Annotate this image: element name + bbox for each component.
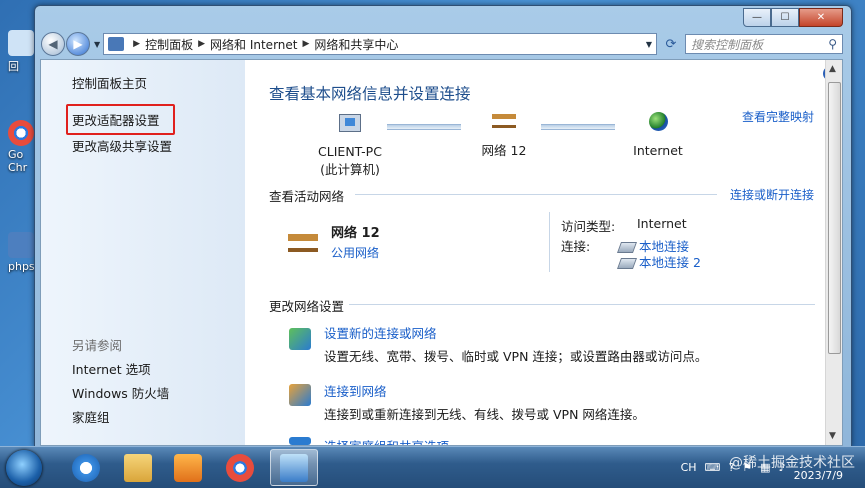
- start-button[interactable]: [6, 450, 42, 486]
- internet-name: Internet: [633, 143, 683, 158]
- address-dropdown-icon[interactable]: ▼: [642, 40, 656, 49]
- setup-connection-icon: [289, 328, 311, 350]
- connections-label: 连接:: [561, 239, 591, 254]
- map-network: 网络 12: [469, 114, 539, 159]
- refresh-button[interactable]: ⟳: [661, 34, 681, 54]
- globe-icon: [648, 112, 668, 131]
- scroll-thumb[interactable]: [828, 82, 841, 354]
- taskbar-chrome[interactable]: [216, 449, 264, 486]
- file-icon: [8, 232, 34, 258]
- network-type-link[interactable]: 公用网络: [331, 244, 379, 261]
- map-computer: CLIENT-PC (此计算机): [309, 114, 391, 178]
- client-area: 控制面板主页 更改适配器设置 更改高级共享设置 另请参阅 Internet 选项…: [40, 59, 843, 446]
- chrome-icon: [226, 453, 254, 482]
- desktop-icon-image: [8, 30, 34, 56]
- computer-sub: (此计算机): [320, 162, 380, 177]
- language-indicator[interactable]: CH: [681, 461, 697, 474]
- section-divider: [349, 304, 815, 305]
- access-type-label: 访问类型:: [561, 219, 616, 234]
- scroll-up-arrow[interactable]: ▲: [829, 64, 836, 74]
- vertical-divider: [549, 212, 550, 272]
- navigation-bar: ◀ ▶ ▼ ▶ 控制面板 ▶ 网络和 Internet ▶ 网络和共享中心 ▼ …: [41, 32, 843, 56]
- desktop-icon-label: phps: [8, 260, 35, 273]
- folder-icon: [124, 453, 152, 482]
- caption-buttons: — ☐ ✕: [743, 8, 843, 27]
- vertical-scrollbar[interactable]: ▲ ▼: [825, 60, 842, 445]
- taskbar-network-center[interactable]: [270, 449, 318, 486]
- back-button[interactable]: ◀: [41, 32, 65, 56]
- scroll-down-arrow[interactable]: ▼: [829, 431, 836, 441]
- chrome-icon: [8, 120, 34, 146]
- search-box[interactable]: 搜索控制面板 ⚲: [685, 34, 843, 54]
- recent-pages-dropdown[interactable]: ▼: [94, 40, 100, 49]
- local-connection-2-link[interactable]: 本地连接 2: [616, 252, 701, 271]
- keyboard-icon[interactable]: ⌨: [705, 461, 721, 474]
- desktop-icon-label: Go Chr: [8, 148, 28, 174]
- breadcrumb-network-internet[interactable]: 网络和 Internet: [210, 36, 297, 53]
- taskbar-media-player[interactable]: [164, 449, 212, 486]
- network-sharing-center-window: — ☐ ✕ ◀ ▶ ▼ ▶ 控制面板 ▶ 网络和 Internet ▶ 网络和共…: [34, 5, 852, 447]
- address-bar[interactable]: ▶ 控制面板 ▶ 网络和 Internet ▶ 网络和共享中心 ▼: [103, 33, 657, 55]
- breadcrumb-control-panel[interactable]: 控制面板: [145, 36, 193, 53]
- breadcrumb-network-sharing-center[interactable]: 网络和共享中心: [314, 36, 398, 53]
- minimize-button[interactable]: —: [743, 8, 771, 27]
- active-network-name: 网络 12: [331, 226, 380, 241]
- page-title: 查看基本网络信息并设置连接: [269, 85, 471, 103]
- media-player-icon: [174, 453, 202, 482]
- watermark: @稀土掘金技术社区: [729, 455, 855, 471]
- network-name: 网络 12: [481, 143, 527, 158]
- network-center-icon: [280, 453, 308, 482]
- connect-to-network-link[interactable]: 连接到网络: [324, 381, 387, 400]
- close-button[interactable]: ✕: [799, 8, 843, 27]
- breadcrumb-separator[interactable]: ▶: [302, 39, 309, 49]
- network-bench-icon: [492, 114, 516, 128]
- map-internet: Internet: [623, 112, 693, 158]
- taskbar-explorer[interactable]: [114, 449, 162, 486]
- search-input[interactable]: 搜索控制面板: [691, 36, 763, 53]
- computer-name: CLIENT-PC: [318, 144, 382, 159]
- view-full-map-link[interactable]: 查看完整映射: [742, 108, 814, 125]
- connect-to-network-desc: 连接到或重新连接到无线、有线、拨号或 VPN 网络连接。: [324, 407, 645, 422]
- change-adapter-settings-link[interactable]: 更改适配器设置: [72, 110, 160, 129]
- homegroup-icon: [289, 437, 311, 445]
- active-networks-heading: 查看活动网络: [269, 189, 345, 204]
- main-pane: ? 查看基本网络信息并设置连接 查看完整映射 CLIENT-PC (此计算机) …: [245, 60, 838, 445]
- network-bench-icon: [288, 234, 318, 252]
- internet-options-link[interactable]: Internet 选项: [72, 359, 151, 378]
- left-pane: 控制面板主页 更改适配器设置 更改高级共享设置 另请参阅 Internet 选项…: [41, 60, 245, 445]
- connection-line: [541, 124, 615, 130]
- connection-line: [387, 124, 461, 130]
- taskbar-ie[interactable]: [62, 449, 110, 486]
- section-divider: [355, 194, 717, 195]
- homegroup-sharing-link[interactable]: 选择家庭组和共享选项: [324, 436, 449, 445]
- windows-firewall-link[interactable]: Windows 防火墙: [72, 383, 169, 402]
- breadcrumb-separator[interactable]: ▶: [133, 39, 140, 49]
- search-icon[interactable]: ⚲: [828, 37, 837, 51]
- forward-button[interactable]: ▶: [66, 32, 90, 56]
- control-panel-icon: [108, 37, 125, 51]
- setup-new-connection-desc: 设置无线、宽带、拨号、临时或 VPN 连接；或设置路由器或访问点。: [324, 349, 708, 364]
- setup-new-connection-link[interactable]: 设置新的连接或网络: [324, 323, 437, 342]
- control-panel-home-link[interactable]: 控制面板主页: [72, 73, 147, 92]
- maximize-button[interactable]: ☐: [771, 8, 799, 27]
- desktop-icon-label: 回: [8, 60, 19, 73]
- computer-icon: [339, 114, 361, 132]
- network-adapter-icon: [616, 258, 638, 269]
- connect-disconnect-link[interactable]: 连接或断开连接: [730, 186, 814, 203]
- connect-network-icon: [289, 384, 311, 406]
- homegroup-link[interactable]: 家庭组: [72, 407, 110, 426]
- see-also-heading: 另请参阅: [72, 338, 123, 353]
- ie-icon: [72, 453, 100, 482]
- breadcrumb-separator[interactable]: ▶: [198, 39, 205, 49]
- change-advanced-sharing-link[interactable]: 更改高级共享设置: [72, 136, 172, 155]
- access-type-value: Internet: [637, 216, 687, 231]
- change-settings-heading: 更改网络设置: [269, 299, 345, 314]
